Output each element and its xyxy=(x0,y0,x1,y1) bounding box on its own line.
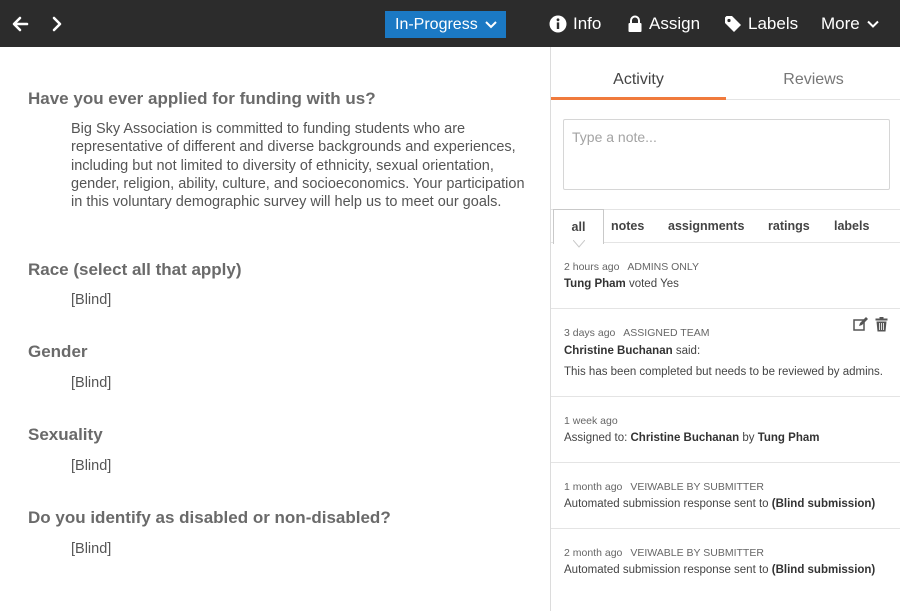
entry-line: Christine Buchanan said: xyxy=(564,345,700,357)
tab-reviews[interactable]: Reviews xyxy=(726,47,900,100)
user-name[interactable]: Christine Buchanan xyxy=(631,432,740,444)
filter-all[interactable]: all xyxy=(553,209,604,244)
entry-actions xyxy=(853,317,888,332)
top-toolbar: In-Progress Info Assign Labels More xyxy=(0,0,900,47)
entry-line: Tung Pham voted Yes xyxy=(564,278,679,290)
entry-time: 3 days ago xyxy=(564,327,616,339)
labels-label: Labels xyxy=(748,13,799,33)
chevron-down-icon xyxy=(867,20,879,28)
entry-line: Automated submission response sent to (B… xyxy=(564,564,875,576)
filter-assignments[interactable]: assignments xyxy=(668,210,744,243)
activity-entry: 3 days ago ASSIGNED TEAM Christine Bucha… xyxy=(551,309,900,397)
entry-text: voted Yes xyxy=(628,278,679,290)
entry-prefix: Assigned to: xyxy=(564,432,628,444)
activity-panel: Activity Reviews all notes assignments r… xyxy=(551,47,900,611)
question-title: Do you identify as disabled or non-disab… xyxy=(28,508,391,527)
visibility-tag: VEIWABLE BY SUBMITTER xyxy=(630,547,764,559)
user-name[interactable]: Tung Pham xyxy=(758,432,820,444)
submission-name[interactable]: (Blind submission) xyxy=(772,564,876,576)
info-button[interactable]: Info xyxy=(549,0,601,47)
note-input[interactable] xyxy=(563,119,890,190)
question-title: Gender xyxy=(28,342,88,361)
application-form-panel: Have you ever applied for funding with u… xyxy=(0,47,550,611)
active-tab-indicator xyxy=(551,97,726,100)
entry-text: said: xyxy=(675,345,701,357)
filter-notes[interactable]: notes xyxy=(611,210,644,243)
activity-entry: 1 month ago VEIWABLE BY SUBMITTER Automa… xyxy=(551,463,900,529)
question-title: Race (select all that apply) xyxy=(28,260,242,279)
more-menu-button[interactable]: More xyxy=(821,0,880,47)
entry-time: 2 hours ago xyxy=(564,261,620,273)
entry-meta: 2 month ago VEIWABLE BY SUBMITTER xyxy=(564,547,764,559)
answer-text: [Blind] xyxy=(71,541,112,557)
back-arrow-icon[interactable] xyxy=(7,10,35,38)
entry-by: by xyxy=(742,432,755,444)
activity-entry: 1 week ago Assigned to: Christine Buchan… xyxy=(551,397,900,463)
trash-icon[interactable] xyxy=(875,317,888,332)
entry-time: 1 week ago xyxy=(564,415,618,427)
entry-line: Automated submission response sent to (B… xyxy=(564,498,875,510)
lock-icon xyxy=(628,15,642,32)
tag-icon xyxy=(725,15,741,32)
entry-time: 2 month ago xyxy=(564,547,623,559)
edit-icon[interactable] xyxy=(853,317,868,332)
assign-button[interactable]: Assign xyxy=(627,0,700,47)
submission-name[interactable]: (Blind submission) xyxy=(772,498,876,510)
filter-ratings[interactable]: ratings xyxy=(768,210,810,243)
info-icon xyxy=(549,15,567,32)
entry-meta: 1 month ago VEIWABLE BY SUBMITTER xyxy=(564,481,764,493)
answer-text: Big Sky Association is committed to fund… xyxy=(71,121,525,211)
entry-meta: 3 days ago ASSIGNED TEAM xyxy=(564,327,709,339)
forward-chevron-icon[interactable] xyxy=(43,10,71,38)
entry-line: Assigned to: Christine Buchanan by Tung … xyxy=(564,432,819,444)
question-title: Sexuality xyxy=(28,425,103,444)
visibility-tag: VEIWABLE BY SUBMITTER xyxy=(630,481,764,493)
assign-label: Assign xyxy=(649,13,701,33)
status-label: In-Progress xyxy=(395,16,478,33)
entry-text: Automated submission response sent to xyxy=(564,564,769,576)
activity-entry: 2 month ago VEIWABLE BY SUBMITTER Automa… xyxy=(551,529,900,595)
filter-labels[interactable]: labels xyxy=(834,210,869,243)
answer-text: [Blind] xyxy=(71,375,112,391)
tab-divider xyxy=(726,99,900,100)
answer-text: [Blind] xyxy=(71,292,112,308)
tab-activity[interactable]: Activity xyxy=(551,47,726,100)
visibility-tag: ASSIGNED TEAM xyxy=(623,327,710,339)
chevron-down-icon xyxy=(485,21,497,29)
labels-button[interactable]: Labels xyxy=(724,0,798,47)
entry-text: Automated submission response sent to xyxy=(564,498,769,510)
question-title: Have you ever applied for funding with u… xyxy=(28,89,376,108)
visibility-tag: ADMINS ONLY xyxy=(627,261,699,273)
user-name[interactable]: Christine Buchanan xyxy=(564,345,673,357)
activity-entry: 2 hours ago ADMINS ONLY Tung Pham voted … xyxy=(551,243,900,309)
note-body: This has been completed but needs to be … xyxy=(564,366,883,378)
answer-text: [Blind] xyxy=(71,458,112,474)
entry-meta: 1 week ago xyxy=(564,415,618,427)
activity-filter-bar: all notes assignments ratings labels xyxy=(551,209,900,244)
info-label: Info xyxy=(573,13,602,33)
user-name[interactable]: Tung Pham xyxy=(564,278,626,290)
status-dropdown-button[interactable]: In-Progress xyxy=(385,11,506,38)
entry-time: 1 month ago xyxy=(564,481,623,493)
entry-meta: 2 hours ago ADMINS ONLY xyxy=(564,261,699,273)
more-label: More xyxy=(821,13,860,33)
